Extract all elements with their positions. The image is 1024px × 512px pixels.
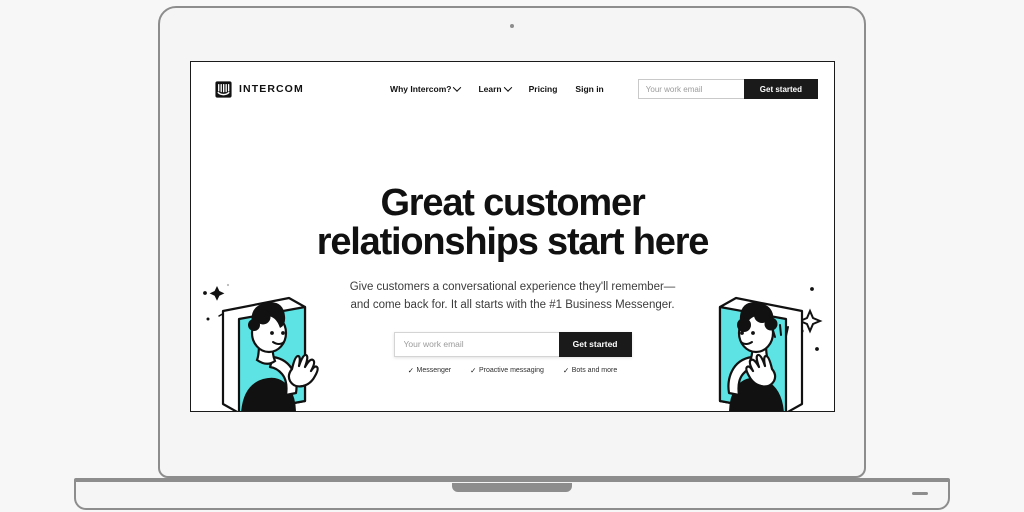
laptop-base-notch bbox=[452, 483, 572, 492]
nav-links-group: Why Intercom? Learn Pricing Sign in Get … bbox=[390, 79, 818, 99]
hero-title-line-1: Great customer bbox=[380, 182, 645, 224]
intercom-logo-icon bbox=[215, 80, 232, 98]
page-title: Great customer relationships start here bbox=[191, 182, 834, 264]
check-icon: ✓ bbox=[407, 365, 415, 375]
hero-title-line-2: relationships start here bbox=[316, 221, 710, 264]
nav-get-started-button[interactable]: Get started bbox=[743, 79, 818, 99]
brand-name: INTERCOM bbox=[239, 83, 304, 95]
brand-logo[interactable]: INTERCOM bbox=[215, 80, 304, 98]
site-navigation-bar: INTERCOM Why Intercom? Learn Pricing Sig… bbox=[191, 62, 834, 116]
hero-content: Great customer relationships start here … bbox=[191, 182, 834, 375]
feature-item-proactive-messaging: ✓ Proactive messaging bbox=[470, 366, 544, 375]
hero-subtitle-line-1: Give customers a conversational experien… bbox=[349, 281, 676, 294]
feature-label: Proactive messaging bbox=[478, 366, 544, 374]
hero-section: Great customer relationships start here … bbox=[191, 116, 834, 411]
nav-link-learn[interactable]: Learn bbox=[478, 83, 512, 94]
nav-link-pricing[interactable]: Pricing bbox=[529, 84, 558, 94]
nav-email-input[interactable] bbox=[637, 79, 744, 99]
laptop-camera-icon bbox=[510, 24, 514, 28]
check-icon: ✓ bbox=[470, 365, 477, 375]
chevron-down-icon bbox=[453, 83, 462, 92]
check-icon: ✓ bbox=[562, 365, 570, 375]
feature-item-bots-and-more: ✓ Bots and more bbox=[563, 366, 617, 375]
feature-label: Messenger bbox=[416, 366, 452, 374]
hero-get-started-button[interactable]: Get started bbox=[558, 331, 632, 357]
nav-link-why-intercom[interactable]: Why Intercom? bbox=[390, 83, 462, 94]
nav-link-label: Sign in bbox=[575, 84, 604, 94]
browser-screen: INTERCOM Why Intercom? Learn Pricing Sig… bbox=[190, 61, 835, 412]
hero-email-input[interactable] bbox=[393, 331, 559, 357]
laptop-base-dash bbox=[912, 492, 928, 495]
hero-subtitle-line-2: and come back for. It all starts with th… bbox=[350, 298, 675, 311]
chevron-down-icon bbox=[503, 83, 512, 92]
hero-signup-form: Get started bbox=[393, 331, 632, 357]
nav-signup-form: Get started bbox=[637, 79, 818, 99]
laptop-mockup: INTERCOM Why Intercom? Learn Pricing Sig… bbox=[0, 0, 1024, 512]
feature-item-messenger: ✓ Messenger bbox=[408, 366, 451, 375]
nav-link-label: Why Intercom? bbox=[390, 84, 452, 94]
nav-link-sign-in[interactable]: Sign in bbox=[575, 84, 603, 94]
nav-link-label: Pricing bbox=[528, 84, 558, 94]
feature-label: Bots and more bbox=[571, 366, 618, 374]
hero-subtitle: Give customers a conversational experien… bbox=[313, 279, 713, 314]
hero-feature-list: ✓ Messenger ✓ Proactive messaging ✓ Bots… bbox=[191, 366, 834, 375]
nav-link-label: Learn bbox=[478, 84, 502, 94]
